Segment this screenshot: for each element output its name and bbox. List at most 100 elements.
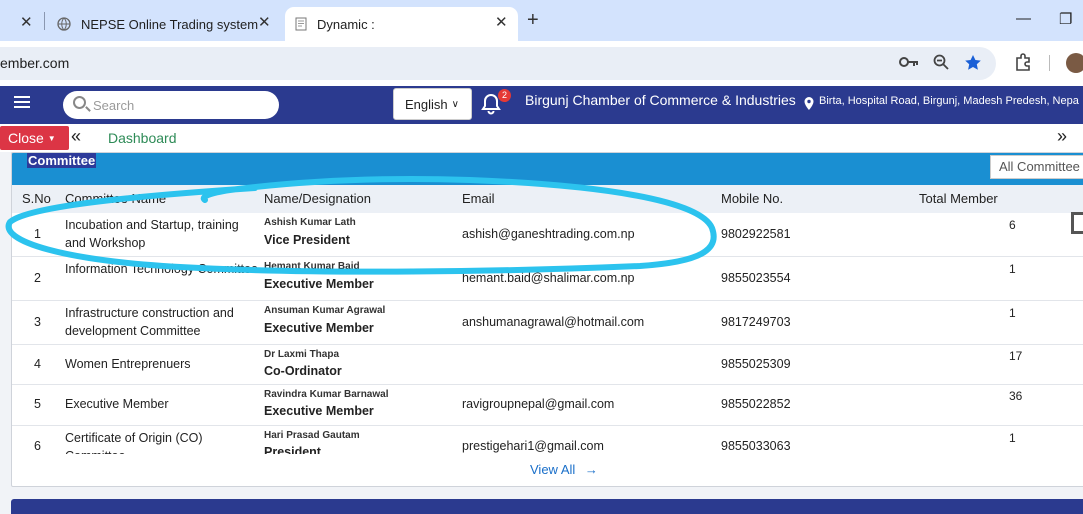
arrow-right-icon: → [584, 462, 598, 477]
row-sno: 4 [34, 357, 41, 371]
tab-title: Dynamic : [317, 16, 375, 32]
row-total-member: 1 [1009, 431, 1016, 445]
row-committee-name: Executive Member [65, 397, 169, 411]
row-member-name: Hari Prasad Gautam [264, 430, 360, 441]
row-email[interactable]: ravigroupnepal@gmail.com [462, 397, 614, 411]
row-committee-name: Incubation and Startup, training and Wor… [65, 218, 239, 250]
page-icon [295, 17, 307, 31]
card-title: Committee [27, 153, 97, 168]
row-total-member: 17 [1009, 349, 1023, 363]
minimize-icon[interactable]: — [1016, 10, 1031, 27]
close-tab-icon[interactable]: ✕ [20, 13, 33, 31]
row-designation: President [264, 445, 321, 454]
close-tab-icon[interactable]: ✕ [495, 13, 508, 31]
row-committee-name: Infrastructure construction and developm… [65, 306, 234, 338]
header-committee-name: Committee Name [65, 191, 167, 206]
search-box[interactable] [63, 91, 279, 119]
header-total-member: Total Member [919, 191, 998, 206]
table-row[interactable]: 5 Executive Member Ravindra Kumar Barnaw… [12, 385, 1083, 426]
row-total-member: 6 [1009, 218, 1016, 232]
dashboard-link[interactable]: Dashboard [108, 130, 177, 146]
row-email[interactable]: prestigehari1@gmail.com [462, 439, 604, 453]
table-row[interactable]: 2 Information Technology Committee Heman… [12, 257, 1083, 301]
browser-tab-0[interactable]: ✕ [0, 7, 44, 41]
committee-card: Committee All Committee S.No Committee N… [11, 152, 1083, 487]
row-email[interactable]: ashish@ganeshtrading.com.np [462, 227, 635, 241]
restore-icon[interactable]: ❐ [1059, 10, 1072, 28]
address-bar-row: ember.com [0, 41, 1083, 86]
header-mobile: Mobile No. [721, 191, 784, 206]
toolbar-separator [1049, 55, 1050, 71]
row-mobile: 9855023554 [721, 271, 791, 285]
row-sno: 3 [34, 315, 41, 329]
table-header: S.No Committee Name Name/Designation Ema… [12, 185, 1083, 213]
zoom-icon[interactable] [933, 54, 949, 70]
row-total-member: 36 [1009, 389, 1023, 403]
extensions-icon[interactable] [1014, 53, 1032, 71]
table-row[interactable]: 6 Certificate of Origin (CO) Committee H… [12, 426, 1083, 454]
row-member-name: Ansuman Kumar Agrawal [264, 305, 386, 316]
bottom-banner [11, 499, 1083, 514]
app-navbar: English ∨ Birgunj Chamber of Commerce & … [0, 86, 1083, 124]
search-icon [73, 96, 86, 109]
double-chevron-left-icon[interactable]: « [71, 126, 81, 147]
row-mobile: 9855033063 [721, 439, 791, 453]
row-designation: Executive Member [264, 321, 374, 335]
caret-down-icon: ▼ [47, 133, 56, 143]
browser-tab-dynamic[interactable]: Dynamic : ✕ [285, 7, 518, 41]
avatar[interactable] [1066, 53, 1083, 73]
row-mobile: 9802922581 [721, 227, 791, 241]
key-icon[interactable] [899, 55, 919, 69]
search-input[interactable] [93, 95, 263, 115]
close-tab-icon[interactable]: ✕ [258, 13, 271, 31]
bookmark-star-icon[interactable] [964, 54, 982, 71]
table-row[interactable]: 4 Women Entreprenuers Dr Laxmi Thapa Co-… [12, 345, 1083, 385]
url-text: ember.com [0, 55, 70, 71]
row-committee-name: Information Technology Committee [65, 262, 258, 276]
view-all-label: View All [530, 462, 576, 477]
row-designation: Co-Ordinator [264, 364, 342, 378]
row-member-name: Ashish Kumar Lath [264, 217, 356, 228]
row-email[interactable]: anshumanagrawal@hotmail.com [462, 315, 644, 329]
row-designation: Vice President [264, 233, 350, 247]
row-total-member: 1 [1009, 262, 1016, 276]
committee-filter-select[interactable]: All Committee [990, 155, 1083, 179]
table-row[interactable]: 3 Infrastructure construction and develo… [12, 301, 1083, 345]
organization-name: Birgunj Chamber of Commerce & Industries [525, 92, 796, 108]
close-button-label: Close [8, 130, 44, 146]
sub-toolbar: Close ▼ « Dashboard » [0, 124, 1083, 152]
row-member-name: Dr Laxmi Thapa [264, 349, 340, 360]
row-member-name: Hemant Kumar Baid [264, 261, 360, 272]
committee-filter-value: All Committee [999, 159, 1080, 174]
close-button[interactable]: Close ▼ [0, 126, 69, 150]
new-tab-plus-icon[interactable]: + [527, 9, 539, 32]
row-sno: 5 [34, 397, 41, 411]
row-designation: Executive Member [264, 404, 374, 418]
language-select[interactable]: English ∨ [393, 88, 472, 120]
notification-badge: 2 [498, 89, 511, 102]
chevron-down-icon: ∨ [451, 98, 459, 110]
row-designation: Executive Member [264, 277, 374, 291]
language-label: English [405, 96, 448, 112]
row-total-member: 1 [1009, 306, 1016, 320]
tab-title: NEPSE Online Trading system [81, 16, 259, 32]
header-name-designation: Name/Designation [264, 191, 371, 206]
location-pin-icon [804, 97, 814, 110]
row-committee-name: Women Entreprenuers [65, 357, 191, 371]
view-all-link[interactable]: View All → [530, 462, 598, 477]
scrollbar-handle[interactable] [1071, 212, 1083, 234]
table-row[interactable]: 1 Incubation and Startup, training and W… [12, 213, 1083, 257]
globe-icon [57, 17, 71, 31]
row-sno: 2 [34, 271, 41, 285]
omnibox[interactable]: ember.com [0, 47, 996, 80]
row-email[interactable]: hemant.baid@shalimar.com.np [462, 271, 635, 285]
browser-tab-strip: ✕ NEPSE Online Trading system ✕ Dynamic … [0, 0, 1083, 41]
double-chevron-right-icon[interactable]: » [1057, 126, 1067, 147]
row-mobile: 9855025309 [721, 357, 791, 371]
row-sno: 1 [34, 227, 41, 241]
browser-tab-nepse[interactable]: NEPSE Online Trading system ✕ [48, 7, 282, 41]
menu-hamburger-icon[interactable] [14, 93, 30, 111]
organization-location: Birta, Hospital Road, Birgunj, Madesh Pr… [819, 95, 1079, 107]
row-mobile: 9817249703 [721, 315, 791, 329]
tab-separator [44, 12, 45, 30]
